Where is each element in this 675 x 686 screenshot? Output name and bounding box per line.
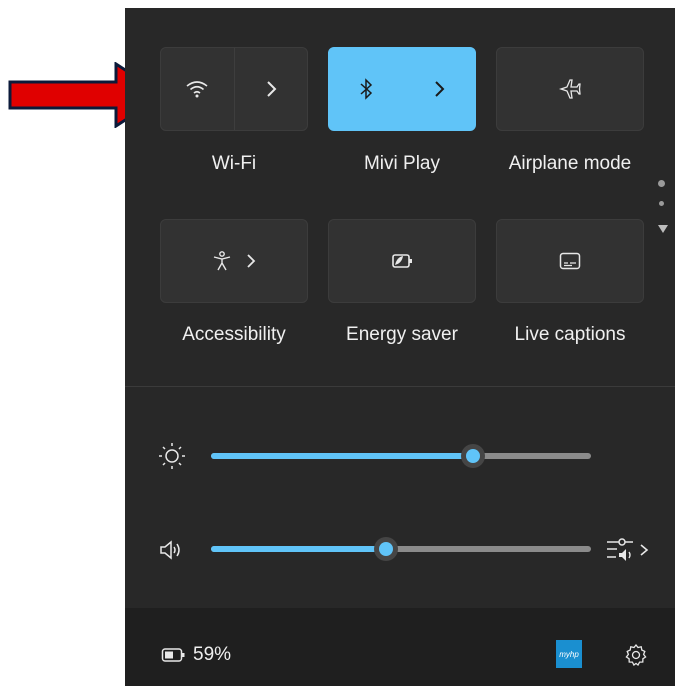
page-indicator <box>658 180 668 238</box>
wifi-expand-button[interactable] <box>235 48 308 130</box>
accessibility-icon <box>213 251 231 271</box>
page-dot[interactable] <box>658 180 665 187</box>
page-dot[interactable] <box>659 201 664 206</box>
wifi-label: Wi-Fi <box>211 153 257 174</box>
audio-output-button[interactable] <box>603 534 651 566</box>
airplane-icon <box>558 79 581 99</box>
quick-settings-panel: Wi-Fi Mivi Play Airplane mode Accessibil… <box>125 8 675 686</box>
volume-slider-thumb[interactable] <box>373 537 398 561</box>
section-divider <box>125 386 675 387</box>
energy-saver-tile[interactable] <box>328 219 476 303</box>
wifi-icon <box>186 81 208 98</box>
energy-saver-label: Energy saver <box>346 324 458 345</box>
brightness-slider[interactable] <box>211 444 591 468</box>
airplane-mode-label: Airplane mode <box>508 153 632 174</box>
chevron-right-icon <box>434 81 444 97</box>
volume-slider-fill <box>211 546 386 552</box>
live-captions-tile[interactable] <box>496 219 644 303</box>
captions-icon <box>559 252 581 270</box>
live-captions-label: Live captions <box>514 324 626 345</box>
accessibility-tile[interactable] <box>160 219 308 303</box>
gear-icon <box>625 643 647 666</box>
audio-output-icon <box>607 538 633 561</box>
volume-slider[interactable] <box>211 537 591 561</box>
battery-percentage: 59% <box>193 644 232 665</box>
bluetooth-tile[interactable] <box>328 47 476 131</box>
chevron-right-icon <box>267 81 277 97</box>
settings-button[interactable] <box>623 642 649 668</box>
energy-saver-icon <box>392 254 412 268</box>
myhp-logo[interactable]: myhp <box>556 640 582 668</box>
battery-icon[interactable] <box>161 646 187 664</box>
brightness-slider-fill <box>211 453 474 459</box>
wifi-toggle[interactable] <box>161 48 234 130</box>
chevron-right-icon <box>640 544 649 556</box>
airplane-mode-tile[interactable] <box>496 47 644 131</box>
wifi-tile[interactable] <box>160 47 308 131</box>
caret-down-icon[interactable] <box>658 225 668 233</box>
brightness-slider-thumb[interactable] <box>461 444 486 468</box>
chevron-right-icon <box>247 254 256 268</box>
brightness-icon <box>157 441 187 471</box>
bluetooth-icon <box>359 78 372 100</box>
bluetooth-expand-button[interactable] <box>402 48 475 130</box>
bluetooth-label: Mivi Play <box>363 153 440 174</box>
bluetooth-toggle[interactable] <box>329 48 402 130</box>
accessibility-label: Accessibility <box>182 324 286 345</box>
volume-icon[interactable] <box>158 536 186 564</box>
